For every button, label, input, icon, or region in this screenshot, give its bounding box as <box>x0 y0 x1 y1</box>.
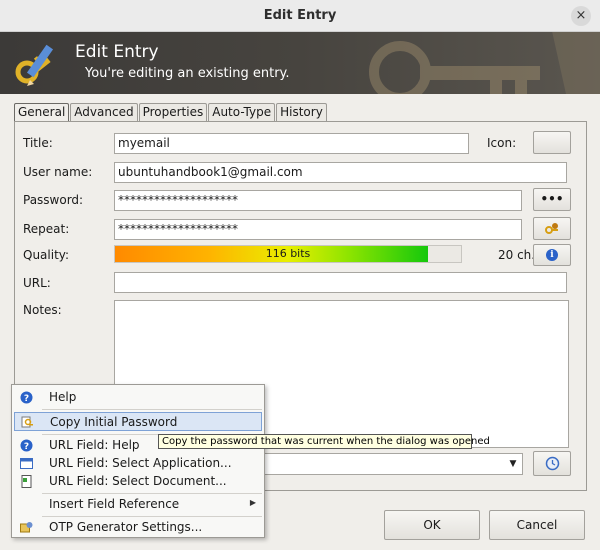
tooltip: Copy the password that was current when … <box>158 434 490 449</box>
menu-separator <box>42 516 262 517</box>
svg-text:?: ? <box>24 394 29 404</box>
cancel-button[interactable]: Cancel <box>489 510 585 540</box>
menu-item-label: URL Field: Select Application... <box>49 456 232 470</box>
icon-picker-button[interactable] <box>533 131 571 154</box>
menu-item-label: OTP Generator Settings... <box>49 520 203 534</box>
tab-general[interactable]: General <box>14 103 70 123</box>
chevron-right-icon: ▶ <box>249 498 256 507</box>
password-label: Password: <box>23 193 84 207</box>
expiry-presets-button[interactable] <box>533 451 571 476</box>
quality-label: Quality: <box>23 248 70 262</box>
menu-item-otp-generator-settings[interactable]: OTP Generator Settings... <box>14 518 262 537</box>
menu-item-help[interactable]: ? Help <box>14 388 262 407</box>
header-banner: Edit Entry You're editing an existing en… <box>0 32 600 94</box>
chevron-down-icon: ▼ <box>509 459 517 469</box>
info-icon: i <box>546 249 558 261</box>
reveal-password-button[interactable]: ••• <box>533 188 571 211</box>
password-quality-bar: 116 bits <box>114 245 462 263</box>
close-icon[interactable]: × <box>571 6 591 26</box>
ok-button[interactable]: OK <box>384 510 480 540</box>
tab-properties[interactable]: Properties <box>138 103 208 122</box>
menu-item-label: Help <box>49 390 77 404</box>
username-label: User name: <box>23 165 93 179</box>
tab-advanced[interactable]: Advanced <box>70 103 138 122</box>
menu-item-label: Copy Initial Password <box>50 415 178 429</box>
menu-item-label: URL Field: Select Document... <box>49 474 227 488</box>
char-count: 20 ch. <box>498 248 536 262</box>
repeat-password-input[interactable]: ******************** <box>114 219 522 240</box>
window-title: Edit Entry <box>263 8 337 23</box>
tab-history[interactable]: History <box>276 103 327 122</box>
expiry-select[interactable]: ▼ <box>264 453 523 475</box>
quality-bits-text: 116 bits <box>265 247 311 260</box>
menu-item-copy-initial-password[interactable]: Copy Initial Password <box>14 412 262 431</box>
icon-label: Icon: <box>487 136 517 150</box>
url-label: URL: <box>23 276 51 290</box>
svg-text:?: ? <box>24 442 29 452</box>
key-gear-icon <box>545 223 558 234</box>
clock-icon <box>545 456 559 471</box>
banner-subtitle: You're editing an existing entry. <box>85 66 290 81</box>
username-input[interactable]: ubuntuhandbook1@gmail.com <box>114 162 567 183</box>
help-icon: ? <box>20 391 33 404</box>
repeat-label: Repeat: <box>23 222 70 236</box>
menu-item-label: URL Field: Help <box>49 438 140 452</box>
title-input[interactable]: myemail <box>114 133 469 154</box>
password-input[interactable]: ******************** <box>114 190 522 211</box>
menu-item-insert-field-reference[interactable]: Insert Field Reference ▶ <box>14 495 262 514</box>
help-icon: ? <box>20 439 33 452</box>
url-input[interactable] <box>114 272 567 293</box>
key-pencil-icon <box>15 44 54 86</box>
notes-label: Notes: <box>23 303 62 317</box>
document-icon <box>21 475 32 488</box>
tools-context-menu: ? Help Copy Initial Password ? URL Field… <box>11 384 265 538</box>
banner-title: Edit Entry <box>75 42 159 62</box>
quality-info-button[interactable]: i <box>533 244 571 266</box>
menu-item-label: Insert Field Reference <box>49 497 180 511</box>
title-label: Title: <box>23 136 53 150</box>
otp-settings-icon <box>20 522 33 533</box>
menu-item-select-application[interactable]: URL Field: Select Application... <box>14 454 262 473</box>
menu-separator <box>42 409 262 410</box>
window-titlebar: Edit Entry × <box>0 0 600 32</box>
banner-keys-decoration <box>369 32 600 94</box>
key-copy-icon <box>21 416 33 428</box>
application-icon <box>20 458 33 469</box>
tab-bar: General Advanced Properties Auto-Type Hi… <box>14 103 328 123</box>
menu-separator <box>42 493 262 494</box>
tab-auto-type[interactable]: Auto-Type <box>208 103 276 122</box>
password-generator-button[interactable] <box>533 217 571 240</box>
menu-item-select-document[interactable]: URL Field: Select Document... <box>14 472 262 491</box>
